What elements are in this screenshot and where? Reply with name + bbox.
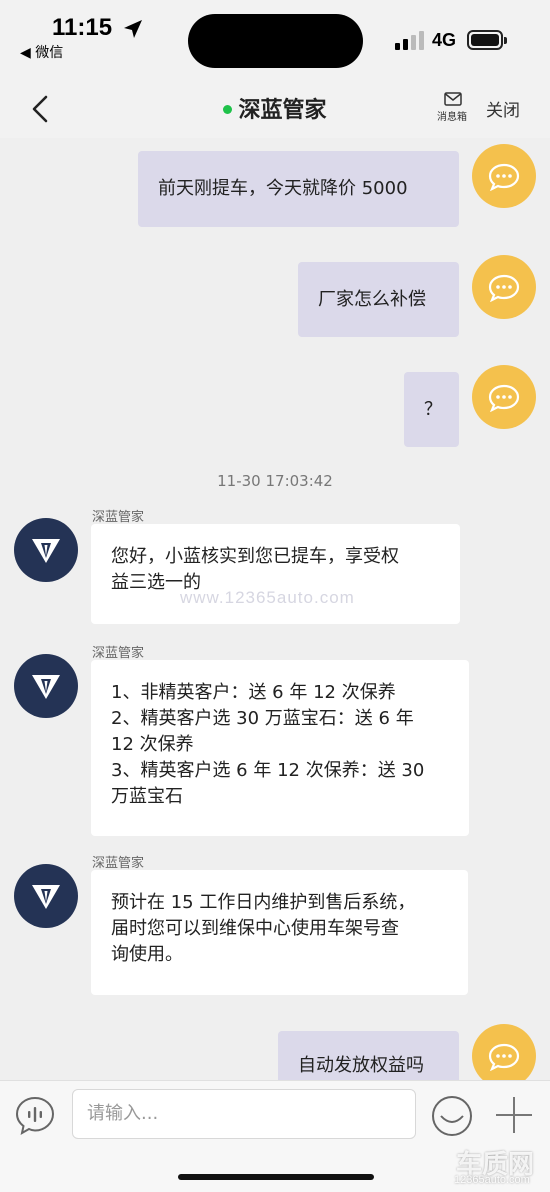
battery-icon — [467, 30, 503, 50]
message-text: 前天刚提车，今天就降价 5000 — [158, 178, 408, 199]
message-line: 届时您可以到维保中心使用车架号查 — [111, 918, 399, 939]
user-avatar[interactable] — [472, 144, 536, 208]
message-line: 1、非精英客户：送 6 年 12 次保养 — [111, 682, 396, 703]
online-status-dot — [223, 105, 233, 114]
user-message-bubble[interactable]: ？ — [404, 372, 459, 447]
inbox-label: 消息箱 — [437, 112, 467, 123]
watermark-logo-url: 12365auto.com — [454, 1174, 530, 1186]
message-line: 万蓝宝石 — [111, 786, 183, 807]
chat-bubble-icon — [488, 1043, 520, 1071]
bot-avatar[interactable] — [14, 654, 78, 718]
user-avatar[interactable] — [472, 1024, 536, 1080]
back-to-wechat-link[interactable]: ◀ 微信 — [20, 42, 63, 62]
bot-avatar[interactable] — [14, 518, 78, 582]
message-line: 2、精英客户选 30 万蓝宝石：送 6 年 — [111, 708, 414, 729]
chat-bubble-icon — [488, 163, 520, 191]
battery-tip — [504, 37, 507, 44]
message-line: 3、精英客户选 6 年 12 次保养：送 30 — [111, 760, 425, 781]
sender-name: 深蓝管家 — [92, 646, 145, 661]
message-text: 厂家怎么补偿 — [318, 288, 426, 310]
chat-bubble-icon — [488, 384, 520, 412]
brand-logo-icon — [32, 675, 60, 699]
chat-area[interactable]: 前天刚提车，今天就降价 5000 厂家怎么补偿 ？ 11-30 17:03:42… — [0, 138, 550, 1080]
home-indicator — [178, 1174, 374, 1180]
chat-header: 深蓝管家 消息箱 关闭 — [0, 80, 550, 138]
message-line: 询使用。 — [111, 944, 183, 965]
location-arrow-icon — [124, 20, 142, 38]
sender-name: 深蓝管家 — [92, 856, 145, 871]
mail-icon — [444, 92, 462, 106]
user-message-bubble[interactable]: 自动发放权益吗 — [278, 1031, 459, 1080]
close-button[interactable]: 关闭 — [486, 96, 520, 121]
message-line: 预计在 15 工作日内维护到售后系统， — [111, 892, 416, 913]
network-type: 4G — [432, 30, 457, 50]
message-timestamp: 11-30 17:03:42 — [217, 472, 333, 490]
bot-message-bubble[interactable]: 您好，小蓝核实到您已提车，享受权 益三选一的 — [91, 524, 460, 624]
user-avatar[interactable] — [472, 255, 536, 319]
message-line: 您好，小蓝核实到您已提车，享受权 — [111, 546, 399, 567]
page-title: 深蓝管家 — [238, 98, 327, 123]
message-text: 自动发放权益吗 — [298, 1055, 424, 1076]
cellular-signal-icon — [395, 31, 424, 50]
message-text: ？ — [424, 398, 442, 420]
bot-message-bubble[interactable]: 1、非精英客户：送 6 年 12 次保养 2、精英客户选 30 万蓝宝石：送 6… — [91, 660, 469, 836]
user-message-bubble[interactable]: 前天刚提车，今天就降价 5000 — [138, 151, 459, 227]
dynamic-island — [188, 14, 363, 68]
inbox-button[interactable]: 消息箱 — [436, 92, 470, 123]
status-bar: 11:15 ◀ 微信 4G — [0, 0, 550, 80]
plus-icon[interactable] — [492, 1093, 536, 1137]
user-avatar[interactable] — [472, 365, 536, 429]
voice-input-icon[interactable] — [14, 1095, 56, 1137]
message-line: 12 次保养 — [111, 734, 194, 755]
bot-avatar[interactable] — [14, 864, 78, 928]
status-time: 11:15 — [52, 14, 113, 41]
brand-logo-icon — [32, 539, 60, 563]
emoji-icon[interactable] — [430, 1094, 474, 1138]
message-input[interactable]: 请输入... — [72, 1089, 416, 1139]
watermark-url: www.12365auto.com — [180, 588, 355, 607]
brand-logo-icon — [32, 885, 60, 909]
sender-name: 深蓝管家 — [92, 510, 145, 525]
chat-bubble-icon — [488, 274, 520, 302]
user-message-bubble[interactable]: 厂家怎么补偿 — [298, 262, 459, 337]
bot-message-bubble[interactable]: 预计在 15 工作日内维护到售后系统， 届时您可以到维保中心使用车架号查 询使用… — [91, 870, 468, 995]
